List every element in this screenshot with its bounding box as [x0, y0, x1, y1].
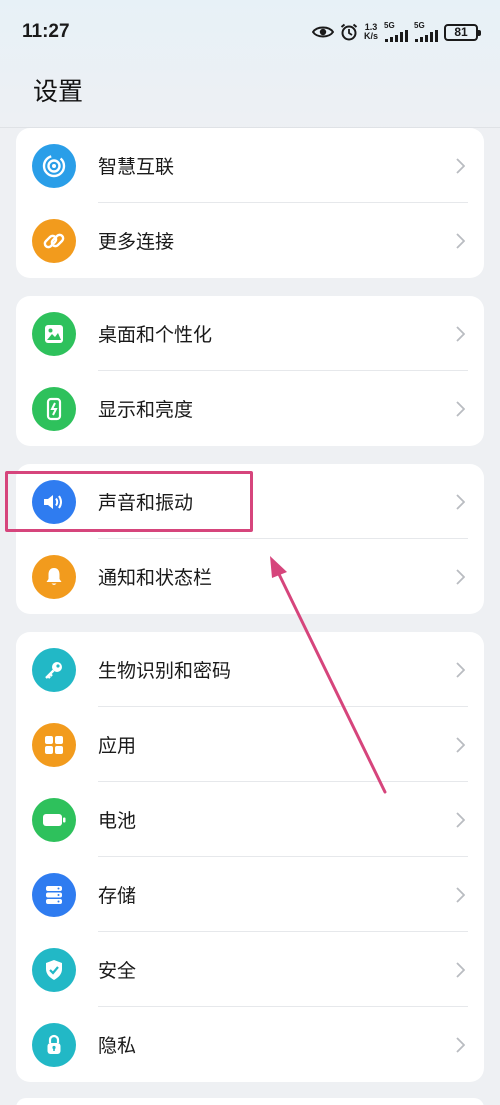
setting-item-label: 电池 — [98, 810, 137, 832]
setting-item-label: 通知和状态栏 — [98, 567, 213, 589]
setting-item-label: 隐私 — [98, 1035, 137, 1057]
setting-item-battery[interactable]: 电池 — [16, 782, 484, 857]
chevron-right-icon — [454, 886, 466, 904]
signal-bars-icon — [385, 30, 408, 42]
page-title: 设置 — [33, 77, 84, 106]
setting-item-label: 应用 — [98, 735, 137, 757]
chevron-right-icon — [454, 400, 466, 418]
battery-icon — [32, 797, 76, 842]
sim1-signal: 5G — [384, 22, 408, 42]
link-icon — [32, 218, 76, 263]
alarm-clock-icon — [340, 23, 358, 41]
setting-item-label: 声音和振动 — [98, 492, 194, 514]
setting-item-label: 更多连接 — [98, 231, 175, 253]
setting-item-more-connections[interactable]: 更多连接 — [16, 203, 484, 278]
setting-item-display-brightness[interactable]: 显示和亮度 — [16, 371, 484, 446]
setting-item-label: 桌面和个性化 — [98, 324, 213, 346]
status-icons: 1.3 K/s 5G 5G 81 — [311, 22, 481, 42]
smart-connect-icon — [32, 143, 76, 188]
key-icon — [32, 647, 76, 692]
storage-icon — [32, 872, 76, 917]
chevron-right-icon — [454, 493, 466, 511]
settings-group-next — [16, 1098, 484, 1105]
bell-icon — [32, 554, 76, 599]
shield-check-icon — [32, 947, 76, 992]
chevron-right-icon — [454, 736, 466, 754]
battery-indicator: 81 — [444, 23, 481, 41]
status-time: 11:27 — [22, 21, 70, 42]
privacy-lock-icon — [32, 1022, 76, 1067]
eye-icon — [311, 25, 334, 39]
sim1-network-tag: 5G — [384, 21, 395, 30]
setting-item-apps[interactable]: 应用 — [16, 707, 484, 782]
chevron-right-icon — [454, 157, 466, 175]
settings-group-sound-notify: 声音和振动 通知和状态栏 — [16, 464, 484, 614]
image-icon — [32, 311, 76, 356]
network-speed: 1.3 K/s — [364, 23, 378, 41]
chevron-right-icon — [454, 961, 466, 979]
setting-item-notifications-statusbar[interactable]: 通知和状态栏 — [16, 539, 484, 614]
setting-item-security[interactable]: 安全 — [16, 932, 484, 1007]
setting-item-label: 智慧互联 — [98, 156, 175, 178]
setting-item-label: 显示和亮度 — [98, 399, 194, 421]
setting-item-smart-connect[interactable]: 智慧互联 — [16, 128, 484, 203]
network-speed-unit: K/s — [363, 31, 378, 41]
chevron-right-icon — [454, 661, 466, 679]
setting-item-desktop-personalization[interactable]: 桌面和个性化 — [16, 296, 484, 371]
phone-brightness-icon — [32, 386, 76, 431]
setting-item-label: 安全 — [98, 960, 137, 982]
settings-group-display: 桌面和个性化 显示和亮度 — [16, 296, 484, 446]
settings-group-system: 生物识别和密码 应用 电池 存储 安全 隐私 — [16, 632, 484, 1082]
chevron-right-icon — [454, 325, 466, 343]
sim2-signal: 5G — [414, 22, 438, 42]
setting-item-privacy[interactable]: 隐私 — [16, 1007, 484, 1082]
status-bar: 11:27 1.3 K/s 5G 5G 81 — [0, 0, 500, 64]
apps-grid-icon — [32, 722, 76, 767]
setting-item-sound-vibration[interactable]: 声音和振动 — [16, 464, 484, 539]
setting-item-storage[interactable]: 存储 — [16, 857, 484, 932]
chevron-right-icon — [454, 568, 466, 586]
chevron-right-icon — [454, 1036, 466, 1054]
settings-group-connectivity: 智慧互联 更多连接 — [16, 128, 484, 278]
speaker-icon — [32, 479, 76, 524]
setting-item-label: 存储 — [98, 885, 137, 907]
setting-item-label: 生物识别和密码 — [98, 660, 232, 682]
signal-bars-icon — [415, 30, 438, 42]
sim2-network-tag: 5G — [414, 21, 425, 30]
setting-item-biometrics-password[interactable]: 生物识别和密码 — [16, 632, 484, 707]
chevron-right-icon — [454, 811, 466, 829]
chevron-right-icon — [454, 232, 466, 250]
settings-screen: 11:27 1.3 K/s 5G 5G 81 设置 智慧互联 更多连接 桌面和个… — [0, 0, 500, 1105]
